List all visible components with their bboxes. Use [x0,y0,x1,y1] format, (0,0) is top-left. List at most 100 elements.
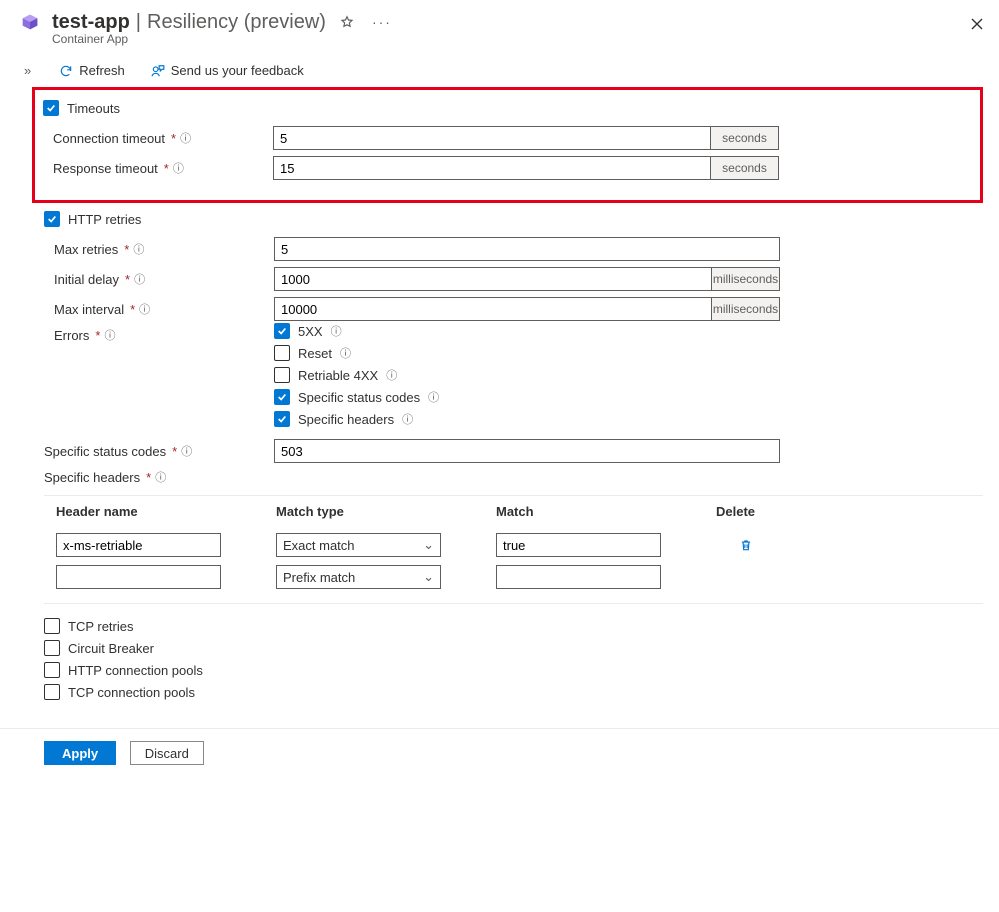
title-app-name: test-app [52,11,130,34]
timeouts-checkbox-row: Timeouts [43,100,970,116]
errors-reset-checkbox[interactable] [274,345,290,361]
circuit-breaker-label: Circuit Breaker [68,641,154,656]
tcp-retries-checkbox[interactable] [44,618,60,634]
info-icon[interactable]: ⓘ [133,241,144,257]
connection-timeout-row: Connection timeout * ⓘ seconds [43,126,970,150]
header-name-input[interactable] [56,565,221,589]
expand-menu-button[interactable]: » [24,63,39,78]
initial-delay-row: Initial delay * ⓘ milliseconds [44,267,983,291]
info-icon[interactable]: ⓘ [402,411,413,427]
footer-bar: Apply Discard [0,741,999,781]
info-icon[interactable]: ⓘ [428,389,439,405]
header-name-input[interactable] [56,533,221,557]
max-retries-input[interactable] [274,237,780,261]
max-retries-label: Max retries [54,242,118,257]
match-input[interactable] [496,565,661,589]
info-icon[interactable]: ⓘ [340,345,351,361]
errors-specific-headers-label: Specific headers [298,412,394,427]
http-retries-checkbox[interactable] [44,211,60,227]
initial-delay-unit: milliseconds [712,267,780,291]
response-timeout-label: Response timeout [53,161,158,176]
refresh-button[interactable]: Refresh [53,62,131,79]
response-timeout-unit: seconds [711,156,779,180]
chevron-down-icon: ⌄ [423,537,434,553]
container-app-icon [18,10,42,34]
errors-specific-headers-checkbox[interactable] [274,411,290,427]
info-icon[interactable]: ⓘ [104,327,115,343]
info-icon[interactable]: ⓘ [331,323,342,339]
delete-row-button[interactable] [733,537,759,553]
match-type-select[interactable]: Exact match ⌄ [276,533,441,557]
star-icon [340,15,354,29]
chevron-double-right-icon: » [24,63,31,78]
connection-timeout-input[interactable] [273,126,711,150]
specific-status-codes-row: Specific status codes * ⓘ [44,439,983,463]
initial-delay-input[interactable] [274,267,712,291]
errors-reset-label: Reset [298,346,332,361]
specific-headers-label: Specific headers [44,470,140,485]
errors-5xx-label: 5XX [298,324,323,339]
response-timeout-row: Response timeout * ⓘ seconds [43,156,970,180]
info-icon[interactable]: ⓘ [139,301,150,317]
http-retries-label: HTTP retries [68,212,141,227]
feedback-label: Send us your feedback [171,63,304,78]
specific-headers-row: Specific headers * ⓘ [44,469,983,485]
response-timeout-input[interactable] [273,156,711,180]
max-interval-unit: milliseconds [712,297,780,321]
required-marker: * [164,161,169,176]
apply-button[interactable]: Apply [44,741,116,765]
table-separator [44,603,983,604]
resource-type: Container App [52,32,983,46]
specific-status-codes-label: Specific status codes [44,444,166,459]
max-interval-input[interactable] [274,297,712,321]
connection-timeout-label: Connection timeout [53,131,165,146]
more-button[interactable]: ··· [368,10,396,34]
tcp-connection-pools-checkbox[interactable] [44,684,60,700]
initial-delay-label: Initial delay [54,272,119,287]
col-header-name: Header name [56,504,276,519]
info-icon[interactable]: ⓘ [181,443,192,459]
http-connection-pools-checkbox[interactable] [44,662,60,678]
feedback-button[interactable]: Send us your feedback [145,62,310,79]
errors-5xx-checkbox[interactable] [274,323,290,339]
discard-button[interactable]: Discard [130,741,204,765]
page-title: test-app | Resiliency (preview) [52,11,326,34]
connection-timeout-unit: seconds [711,126,779,150]
errors-specific-codes-checkbox[interactable] [274,389,290,405]
table-row: Prefix match ⌄ [44,561,983,593]
timeouts-label: Timeouts [67,101,120,116]
col-delete: Delete [716,504,776,519]
table-row: Exact match ⌄ [44,529,983,561]
close-button[interactable] [967,14,987,34]
title-section: Resiliency (preview) [147,11,326,34]
info-icon[interactable]: ⓘ [134,271,145,287]
info-icon[interactable]: ⓘ [180,130,191,146]
match-type-select[interactable]: Prefix match ⌄ [276,565,441,589]
timeouts-highlight: Timeouts Connection timeout * ⓘ seconds … [32,87,983,203]
headers-table-header: Header name Match type Match Delete [44,495,983,529]
footer-separator [0,728,999,729]
chevron-down-icon: ⌄ [423,569,434,585]
specific-status-codes-input[interactable] [274,439,780,463]
circuit-breaker-checkbox[interactable] [44,640,60,656]
max-interval-row: Max interval * ⓘ milliseconds [44,297,983,321]
trash-icon [739,538,753,552]
http-retries-checkbox-row: HTTP retries [44,211,983,227]
timeouts-checkbox[interactable] [43,100,59,116]
info-icon[interactable]: ⓘ [155,469,166,485]
required-marker: * [171,131,176,146]
col-match: Match [496,504,716,519]
match-type-value: Exact match [283,538,355,553]
pin-button[interactable] [336,11,358,33]
match-type-value: Prefix match [283,570,355,585]
refresh-icon [59,64,73,78]
blade-header: test-app | Resiliency (preview) ··· Cont… [0,0,999,50]
match-input[interactable] [496,533,661,557]
info-icon[interactable]: ⓘ [173,160,184,176]
errors-retriable4xx-checkbox[interactable] [274,367,290,383]
col-match-type: Match type [276,504,496,519]
ellipsis-icon: ··· [372,14,392,30]
errors-specific-codes-label: Specific status codes [298,390,420,405]
info-icon[interactable]: ⓘ [386,367,397,383]
close-icon [971,18,983,30]
